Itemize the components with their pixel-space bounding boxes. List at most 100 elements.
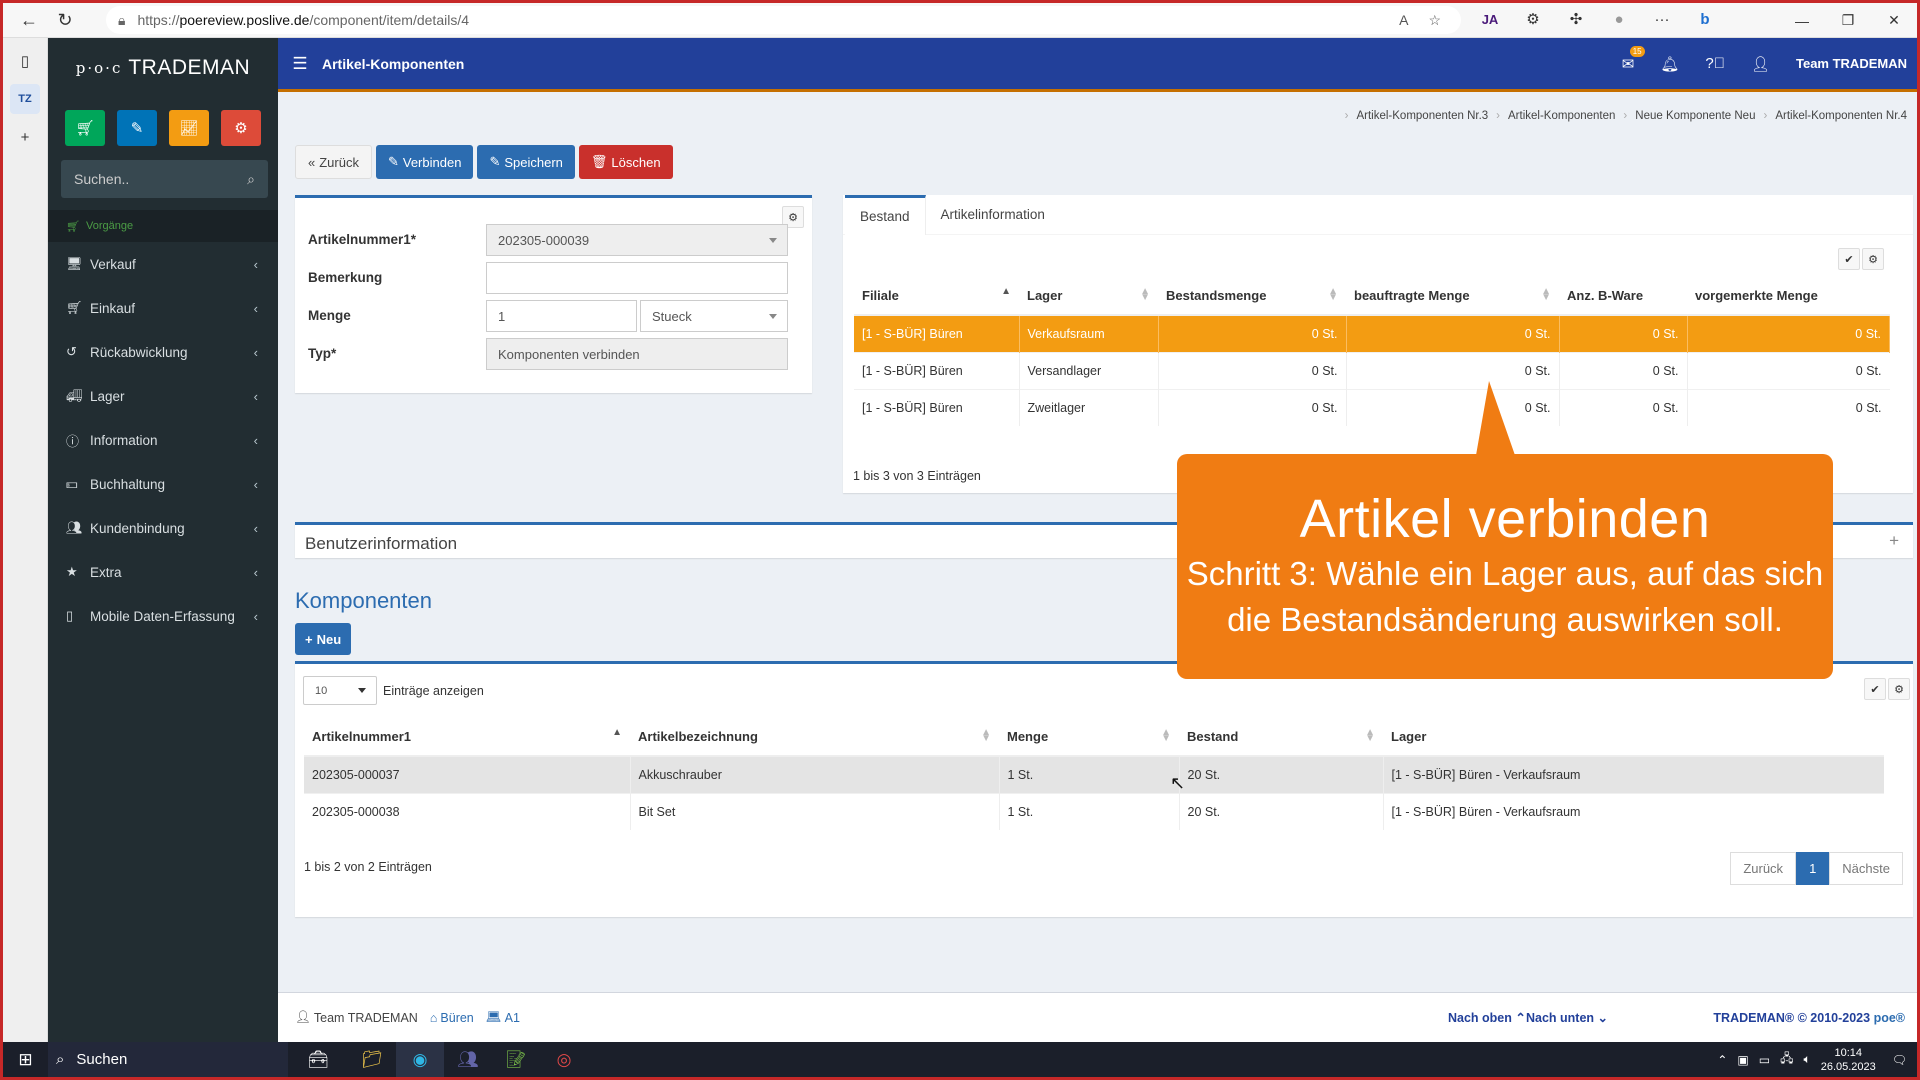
table-settings-gear-icon[interactable]: ⚙ <box>1888 678 1910 700</box>
user-name[interactable]: Team TRADEMAN <box>1796 56 1907 71</box>
tab-artikelinformation[interactable]: Artikelinformation <box>926 195 1060 234</box>
sidebar-item-rueckabwicklung[interactable]: ↺ Rückabwicklung ‹ <box>48 330 278 374</box>
extensions-puzzle-icon[interactable]: ✣ <box>1564 7 1588 31</box>
back-button[interactable]: «Zurück <box>295 145 372 179</box>
sidebar-item-lager[interactable]: 🚚︎ Lager ‹ <box>48 374 278 418</box>
sidebar-item-mobile-daten[interactable]: ▯ Mobile Daten-Erfassung ‹ <box>48 594 278 638</box>
column-header[interactable]: Artikelbezeichnung ▲ ▼ <box>630 718 999 757</box>
footer-poe[interactable]: poe® <box>1874 1011 1905 1025</box>
column-header[interactable]: Lager <box>1383 718 1884 757</box>
footer-terminal[interactable]: A1 <box>505 1011 520 1025</box>
breadcrumb-item[interactable]: Artikel-Komponenten Nr.3 <box>1356 110 1488 122</box>
new-tab-plus-icon[interactable]: + <box>10 122 40 152</box>
widgets-icon[interactable]: 🧰︎ <box>288 1042 348 1077</box>
volume-icon[interactable]: 🔈︎ <box>1804 1052 1811 1067</box>
sidebar-item-einkauf[interactable]: 🛒︎ Einkauf ‹ <box>48 286 278 330</box>
address-bar[interactable]: 🔒︎ https://poereview.poslive.de/componen… <box>106 6 1461 34</box>
breadcrumb-item[interactable]: Neue Komponente Neu <box>1635 110 1755 122</box>
table-row[interactable]: [1 - S-BÜR] Büren Verkaufsraum 0 St. 0 S… <box>854 314 1890 352</box>
confirm-check-icon[interactable]: ✔ <box>1838 248 1860 270</box>
search-icon[interactable]: ⌕ <box>247 171 255 188</box>
confirm-check-icon[interactable]: ✔ <box>1864 678 1886 700</box>
windows-start-icon[interactable]: ⊞ <box>3 1042 48 1077</box>
user-icon[interactable]: 👤︎ <box>1751 55 1770 73</box>
column-header[interactable]: vorgemerkte Menge <box>1687 277 1890 316</box>
pagination-next[interactable]: Nächste <box>1829 852 1903 885</box>
column-header[interactable]: Menge ▲ ▼ <box>999 718 1179 757</box>
minimize-icon[interactable]: — <box>1779 3 1825 38</box>
tray-app-icon[interactable]: ▣ <box>1737 1053 1748 1067</box>
chart-icon[interactable]: 📈︎ <box>169 110 209 146</box>
profile-avatar-icon[interactable]: ● <box>1607 7 1631 31</box>
gears-icon[interactable]: ⚙ <box>221 110 261 146</box>
save-button[interactable]: ✎ Speichern <box>477 145 575 179</box>
notifications-icon[interactable]: 🗨︎ <box>1892 1053 1907 1067</box>
table-row[interactable]: 202305-000038 Bit Set 1 St. 20 St. [1 - … <box>304 792 1884 830</box>
extension-gear-icon[interactable]: ⚙ <box>1521 7 1545 31</box>
favorite-star-icon[interactable]: ☆ <box>1428 12 1441 29</box>
tab-actions-icon[interactable]: ▯ <box>10 46 40 76</box>
read-aloud-icon[interactable]: A <box>1399 12 1408 29</box>
breadcrumb-item[interactable]: Artikel-Komponenten <box>1508 110 1615 122</box>
taskbar-search[interactable]: ⌕ Suchen <box>48 1042 288 1077</box>
bell-icon[interactable]: 🔔︎ <box>1660 55 1679 73</box>
close-window-icon[interactable]: ✕ <box>1871 3 1917 38</box>
menge-unit-select[interactable]: Stueck <box>640 300 788 332</box>
tray-chevron-up-icon[interactable]: ⌃ <box>1717 1053 1727 1067</box>
column-header[interactable]: beauftragte Menge ▲ ▼ <box>1346 277 1559 316</box>
column-header[interactable]: Bestand ▲ ▼ <box>1179 718 1383 757</box>
battery-icon[interactable]: ▭ <box>1759 1053 1770 1067</box>
file-explorer-icon[interactable]: 📁︎ <box>348 1042 396 1077</box>
reload-icon[interactable]: ↻ <box>47 5 83 35</box>
scroll-up-link[interactable]: Nach oben ⌃ <box>1448 1010 1526 1025</box>
table-settings-gear-icon[interactable]: ⚙ <box>1862 248 1884 270</box>
pagination-prev[interactable]: Zurück <box>1730 852 1797 885</box>
mail-icon[interactable]: ✉ 15 <box>1622 45 1645 73</box>
teams-icon[interactable]: 👥︎ <box>444 1042 492 1077</box>
sidebar-item-extra[interactable]: ★ Extra ‹ <box>48 550 278 594</box>
column-header[interactable]: Bestandsmenge ▲ ▼ <box>1158 277 1346 316</box>
footer-user[interactable]: Team TRADEMAN <box>314 1011 418 1025</box>
connect-button[interactable]: ✎ Verbinden <box>375 145 474 179</box>
footer-branch[interactable]: Büren <box>440 1011 473 1025</box>
column-header[interactable]: Artikelnummer1 ▲ <box>304 718 630 757</box>
expand-plus-icon[interactable]: + <box>1889 531 1899 551</box>
sidebar-item-information[interactable]: ⓘ Information ‹ <box>48 418 278 462</box>
extension-ja-icon[interactable]: JA <box>1478 7 1502 31</box>
sidebar-search-input[interactable]: Suchen.. ⌕ <box>61 160 268 198</box>
new-component-button[interactable]: + Neu <box>295 623 352 655</box>
taskbar-clock[interactable]: 10:14 26.05.2023 <box>1821 1046 1876 1074</box>
table-row[interactable]: 202305-000037 Akkuschrauber 1 St. 20 St.… <box>304 755 1884 793</box>
more-menu-icon[interactable]: ··· <box>1650 7 1674 31</box>
pencil-icon[interactable]: ✎ <box>117 110 157 146</box>
active-tab-favicon-icon[interactable]: TZ <box>10 84 40 114</box>
column-header[interactable]: Anz. B-Ware <box>1559 277 1687 316</box>
table-row[interactable]: [1 - S-BÜR] Büren Zweitlager 0 St. 0 St.… <box>854 388 1890 426</box>
cart-icon[interactable]: 🛒︎ <box>65 110 105 146</box>
bemerkung-field[interactable] <box>486 262 788 294</box>
menge-field[interactable]: 1 <box>486 300 637 332</box>
column-header[interactable]: Lager ▲ ▼ <box>1019 277 1158 316</box>
app-logo[interactable]: p·o·c TRADEMAN <box>48 38 278 98</box>
delete-button[interactable]: 🗑︎ Löschen <box>578 145 673 179</box>
network-icon[interactable]: 🖧︎ <box>1780 1049 1793 1070</box>
column-header[interactable]: Filiale ▲ <box>854 277 1019 316</box>
sidebar-item-verkauf[interactable]: 🖥︎ Verkauf ‹ <box>48 242 278 286</box>
sidebar-item-buchhaltung[interactable]: 💵︎ Buchhaltung ‹ <box>48 462 278 506</box>
tab-bestand[interactable]: Bestand <box>845 195 926 235</box>
hamburger-menu-icon[interactable]: ☰ <box>278 54 322 74</box>
scroll-down-link[interactable]: Nach unten ⌄ <box>1526 1010 1608 1025</box>
restore-icon[interactable]: ❐ <box>1825 3 1871 38</box>
breadcrumb-item[interactable]: Artikel-Komponenten Nr.4 <box>1775 110 1907 122</box>
edge-browser-icon[interactable]: ◉ <box>396 1042 444 1077</box>
back-arrow-icon[interactable]: ← <box>11 5 47 35</box>
page-size-select[interactable]: 10 <box>303 676 377 705</box>
notepad-icon[interactable]: 📝︎ <box>492 1042 540 1077</box>
table-row[interactable]: [1 - S-BÜR] Büren Versandlager 0 St. 0 S… <box>854 351 1890 389</box>
recorder-icon[interactable]: ◎ <box>540 1042 588 1077</box>
bing-copilot-icon[interactable]: b <box>1693 7 1717 31</box>
sidebar-item-kundenbindung[interactable]: 👥︎ Kundenbindung ‹ <box>48 506 278 550</box>
artikelnummer-select[interactable]: 202305-000039 <box>486 224 788 256</box>
help-icon[interactable]: ?⃝ <box>1705 55 1725 72</box>
pagination-page[interactable]: 1 <box>1796 852 1830 885</box>
